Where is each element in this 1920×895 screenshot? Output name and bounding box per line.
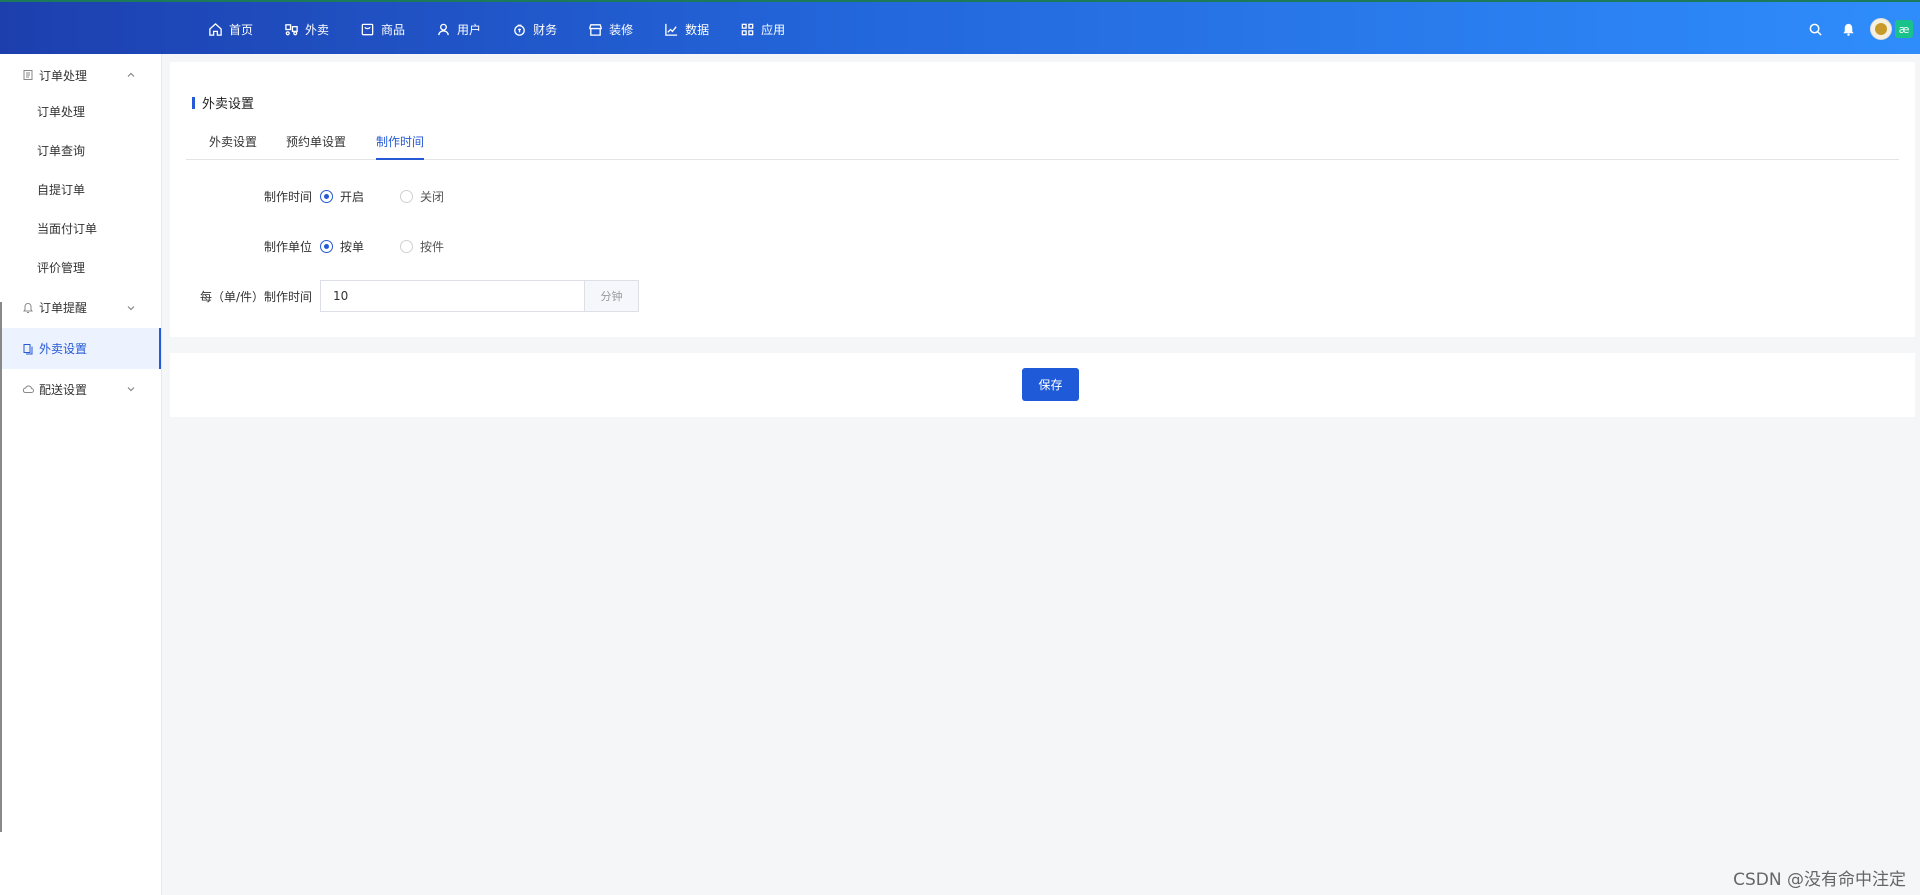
sidebar-item-order-processing[interactable]: 订单处理 [0,92,161,131]
chevron-up-icon [127,72,135,77]
delivery-icon [285,23,298,35]
nav-finance[interactable]: 财务 [512,21,557,38]
sidebar-group-label: 订单处理 [39,68,88,83]
nav-delivery[interactable]: 外卖 [284,21,329,38]
main-content: 外卖设置 外卖设置 预约单设置 制作时间 制作时间 开启 关闭 制作单位 按单 [162,54,1920,895]
nav-apps-label: 应用 [761,22,786,37]
tab-bar: 外卖设置 预约单设置 制作时间 [186,124,1899,160]
sidebar-group-label: 订单提醒 [39,301,88,315]
radio-label: 按单 [340,239,365,254]
chevron-down-icon [127,387,135,392]
form-row-per-time: 每（单/件）制作时间 分钟 [170,280,639,312]
avatar [1870,18,1892,40]
cloud-icon [22,385,34,393]
sidebar: 订单处理 订单处理 订单查询 自提订单 当面付订单 评价管理 订单提醒 外卖设置… [0,54,162,895]
nav-store[interactable]: 装修 [588,21,633,38]
sidebar-item-pickup-orders[interactable]: 自提订单 [0,170,161,209]
search-button[interactable] [1801,15,1829,43]
sidebar-item-delivery-settings[interactable]: 外卖设置 [0,328,161,369]
page-title: 外卖设置 [192,93,254,112]
sidebar-group-shipping-settings[interactable]: 配送设置 [0,369,161,409]
brand-badge[interactable]: æ [1895,20,1913,38]
nav-home[interactable]: 首页 [208,21,253,38]
form-row-make-time: 制作时间 开启 关闭 [170,180,480,212]
product-icon [361,23,374,35]
radio-unit-per-order[interactable]: 按单 [320,238,364,255]
tab-make-time[interactable]: 制作时间 [376,124,425,160]
radio-dot [400,239,414,253]
radio-make-time-off[interactable]: 关闭 [400,188,444,205]
per-time-label: 每（单/件）制作时间 [199,289,312,304]
sidebar-group-order-processing[interactable]: 订单处理 [0,58,161,92]
nav-finance-label: 财务 [533,22,558,37]
radio-dot [400,189,414,203]
sidebar-group-label: 配送设置 [39,382,88,397]
nav-home-label: 首页 [229,22,254,37]
nav-store-label: 装修 [609,22,634,37]
nav-product-label: 商品 [381,22,406,37]
nav-data-label: 数据 [685,22,710,37]
nav-data[interactable]: 数据 [664,21,709,38]
tab-reservation-settings[interactable]: 预约单设置 [286,124,346,160]
radio-label: 关闭 [420,189,445,204]
sidebar-item-review-management[interactable]: 评价管理 [0,248,161,287]
user-icon [438,23,449,35]
radio-label: 开启 [340,189,365,204]
chevron-down-icon [127,305,135,310]
nav-user-label: 用户 [457,22,482,37]
form-row-make-unit: 制作单位 按单 按件 [170,230,480,262]
nav-product[interactable]: 商品 [360,21,405,38]
top-header: 首页 外卖 商品 用户 财务 装修 数据 应用 æ [0,0,1920,54]
save-button[interactable]: 保存 [1022,368,1079,401]
sidebar-item-face-pay-orders[interactable]: 当面付订单 [0,209,161,248]
radio-label: 按件 [420,239,445,254]
page-title-text: 外卖设置 [202,97,255,112]
sidebar-group-order-reminder[interactable]: 订单提醒 [0,287,161,328]
notification-button[interactable] [1834,15,1862,43]
action-bar: 保存 [170,353,1915,417]
per-time-input-group: 分钟 [320,280,639,312]
nav-user[interactable]: 用户 [436,21,481,38]
per-time-unit: 分钟 [584,280,639,312]
bell-icon [1842,23,1854,36]
title-accent-bar [192,96,195,109]
per-time-input[interactable] [320,280,584,312]
header-actions: æ [1796,2,1920,56]
nav-delivery-label: 外卖 [305,22,330,37]
settings-doc-icon [23,343,33,354]
tab-delivery-settings[interactable]: 外卖设置 [209,124,257,160]
make-time-label: 制作时间 [263,189,312,204]
chart-icon [665,23,678,36]
sidebar-item-order-query[interactable]: 订单查询 [0,131,161,170]
sidebar-item-label: 外卖设置 [39,342,88,356]
radio-make-time-on[interactable]: 开启 [320,188,364,205]
main-nav: 首页 外卖 商品 用户 财务 装修 数据 应用 [208,2,816,56]
order-list-icon [23,70,33,80]
apps-icon [741,23,754,35]
radio-dot [320,239,333,253]
nav-apps[interactable]: 应用 [740,21,785,38]
store-icon [589,23,602,36]
radio-unit-per-item[interactable]: 按件 [400,238,444,255]
watermark: CSDN @没有命中注定 [1733,870,1906,890]
make-unit-label: 制作单位 [263,239,312,254]
bell-outline-icon [23,302,33,313]
avatar-button[interactable] [1867,15,1895,43]
radio-dot [320,189,333,203]
finance-icon [514,24,525,36]
settings-card: 外卖设置 外卖设置 预约单设置 制作时间 制作时间 开启 关闭 制作单位 按单 [170,62,1915,337]
home-icon [209,22,222,36]
search-icon [1809,23,1822,36]
